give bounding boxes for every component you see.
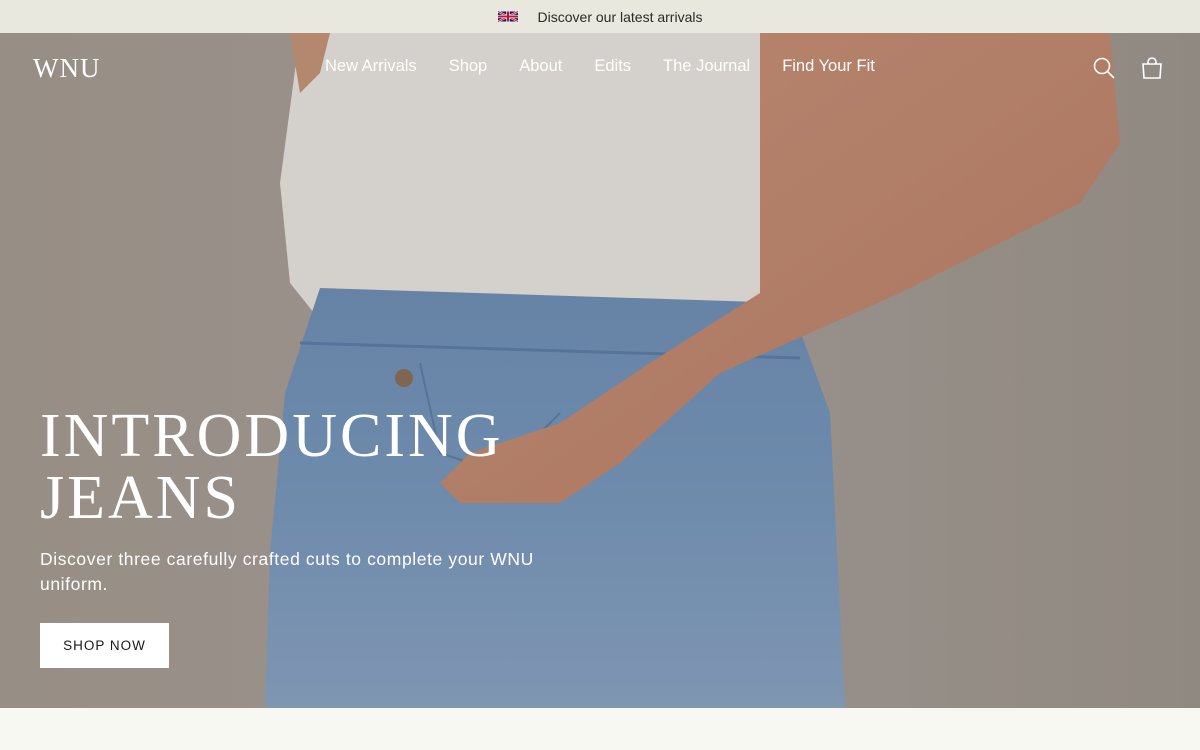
bag-icon[interactable] [1140,56,1164,80]
nav-find-your-fit[interactable]: Find Your Fit [782,57,875,76]
nav-edits[interactable]: Edits [594,57,631,76]
nav-shop[interactable]: Shop [449,57,488,76]
hero-headline-line1: INTRODUCING [40,402,504,470]
hero-subcopy: Discover three carefully crafted cuts to… [40,549,534,594]
nav-new-arrivals[interactable]: New Arrivals [325,57,417,76]
main-nav: New Arrivals Shop About Edits The Journa… [325,57,875,76]
hero-headline-line2: JEANS [40,464,242,532]
nav-the-journal[interactable]: The Journal [663,57,750,76]
search-icon[interactable] [1092,56,1116,80]
site-logo[interactable]: WNU [33,53,100,84]
shop-now-button[interactable]: SHOP NOW [40,623,169,668]
announcement-bar[interactable]: Discover our latest arrivals [0,0,1200,33]
announcement-text[interactable]: Discover our latest arrivals [538,9,703,25]
uk-flag-icon [497,11,518,22]
nav-about[interactable]: About [519,57,562,76]
next-section [0,708,1200,750]
hero-image [0,33,1200,708]
hero-headline: INTRODUCING JEANS [40,405,740,529]
hero-banner [0,33,1200,708]
site-header: WNU New Arrivals Shop About Edits The Jo… [0,33,1200,103]
